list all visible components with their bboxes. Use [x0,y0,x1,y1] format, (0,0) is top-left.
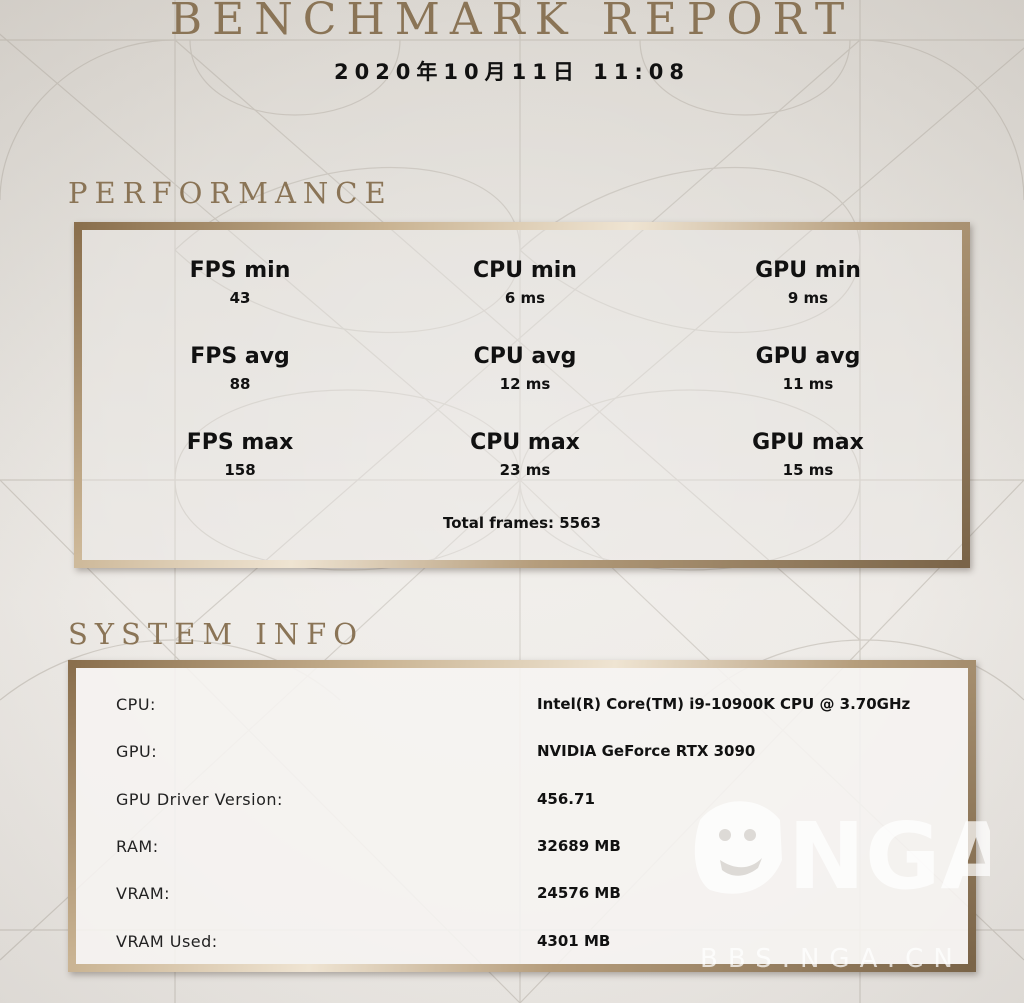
metric-value: 43 [229,289,251,307]
system-info-key: GPU: [116,742,158,761]
metric-cpu-avg: CPU avg 12 ms [395,344,655,394]
metric-cpu-max: CPU max 23 ms [395,430,655,480]
metric-gpu-avg: GPU avg 11 ms [678,344,938,394]
system-info-key: VRAM Used: [116,932,218,951]
system-info-value: 32689 MB [537,837,621,855]
system-info-value: 4301 MB [537,932,611,950]
metric-value: 9 ms [787,289,829,307]
metric-gpu-max: GPU max 15 ms [678,430,938,480]
metric-value: 12 ms [499,375,551,393]
metric-fps-min: FPS min 43 [110,258,370,308]
system-info-panel: CPU: Intel(R) Core(TM) i9-10900K CPU @ 3… [68,660,976,972]
metric-fps-max: FPS max 158 [110,430,370,480]
system-info-value: 24576 MB [537,884,621,902]
system-info-key: RAM: [116,837,159,856]
metric-value: 15 ms [782,461,834,479]
metric-value: 23 ms [499,461,551,479]
system-info-row-cpu: CPU: Intel(R) Core(TM) i9-10900K CPU @ 3… [116,695,956,719]
performance-panel: FPS min 43 CPU min 6 ms GPU min 9 ms FPS… [74,222,970,568]
metric-cpu-min: CPU min 6 ms [395,258,655,308]
system-info-value: Intel(R) Core(TM) i9-10900K CPU @ 3.70GH… [537,695,911,713]
metric-value: 11 ms [782,375,834,393]
system-info-row-ram: RAM: 32689 MB [116,837,956,861]
metric-value: 88 [229,375,251,393]
system-info-key: CPU: [116,695,156,714]
total-frames: Total frames: 5563 [443,514,601,532]
metric-fps-avg: FPS avg 88 [110,344,370,394]
metric-value: 158 [224,461,256,479]
metric-label: FPS min [189,258,291,283]
system-info-key: VRAM: [116,884,171,903]
system-info-row-gpu: GPU: NVIDIA GeForce RTX 3090 [116,742,956,766]
metric-label: GPU min [755,258,861,283]
system-info-row-driver: GPU Driver Version: 456.71 [116,790,956,814]
report-datetime: 2020年10月11日 11:08 [333,60,691,84]
metric-label: CPU avg [473,344,577,369]
system-info-section-title: SYSTEM INFO [68,617,365,651]
system-info-value: NVIDIA GeForce RTX 3090 [537,742,756,760]
metric-label: FPS max [186,430,294,455]
metric-label: CPU min [473,258,577,283]
system-info-value: 456.71 [537,790,595,808]
system-info-row-vram: VRAM: 24576 MB [116,884,956,908]
metric-value: 6 ms [504,289,546,307]
watermark-site-text: BBS.NGA.CN [700,944,963,974]
metric-gpu-min: GPU min 9 ms [678,258,938,308]
system-info-key: GPU Driver Version: [116,790,283,809]
metric-label: GPU avg [755,344,861,369]
report-title: BENCHMARK REPORT [169,0,855,45]
metric-label: FPS avg [190,344,290,369]
metric-label: CPU max [470,430,580,455]
performance-section-title: PERFORMANCE [68,176,393,210]
metric-label: GPU max [752,430,864,455]
